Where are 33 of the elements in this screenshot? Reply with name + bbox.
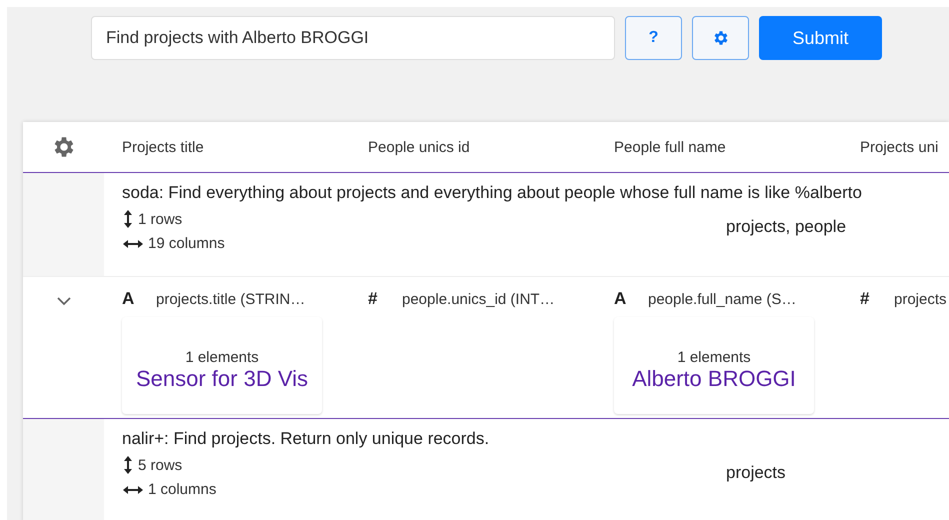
vertical-arrow-icon (122, 455, 134, 475)
query-description: soda: Find everything about projects and everything about people whose full name is like %alberto (122, 183, 863, 203)
horizontal-arrow-icon (122, 484, 144, 494)
help-button[interactable]: ? (625, 16, 682, 60)
field-value[interactable]: Sensor for 3D Vis (136, 366, 308, 392)
column-header[interactable]: Projects uni (842, 138, 949, 156)
type-icon: A (122, 289, 136, 309)
query-description: nalir+: Find projects. Return only unique records. (122, 429, 490, 449)
search-field[interactable]: Find projects with Alberto BROGGI (91, 16, 615, 60)
field-label: projects.title (STRIN… (156, 290, 306, 308)
settings-button[interactable] (692, 16, 749, 60)
row-count: 1 rows (138, 210, 182, 228)
field-label: people.unics_id (INT… (402, 290, 555, 308)
column-header[interactable]: People full name (596, 138, 842, 156)
field-label: projects (894, 290, 947, 308)
table-names: projects (726, 463, 786, 483)
field-label: people.full_name (S… (648, 290, 796, 308)
type-icon: # (860, 289, 874, 309)
submit-button[interactable]: Submit (759, 16, 882, 60)
field-value[interactable]: Alberto BROGGI (632, 366, 796, 392)
row-count: 5 rows (138, 456, 182, 474)
column-count: 19 columns (148, 235, 225, 252)
element-count: 1 elements (677, 349, 751, 366)
column-header[interactable]: People unics id (350, 138, 596, 156)
column-count: 1 columns (148, 481, 216, 498)
table-names: projects, people (726, 217, 846, 237)
horizontal-arrow-icon (122, 238, 144, 248)
vertical-arrow-icon (122, 209, 134, 229)
type-icon: # (368, 289, 382, 309)
settings-icon[interactable] (712, 29, 730, 47)
type-icon: A (614, 289, 628, 309)
element-count: 1 elements (185, 349, 259, 366)
column-header[interactable]: Projects title (104, 138, 350, 156)
